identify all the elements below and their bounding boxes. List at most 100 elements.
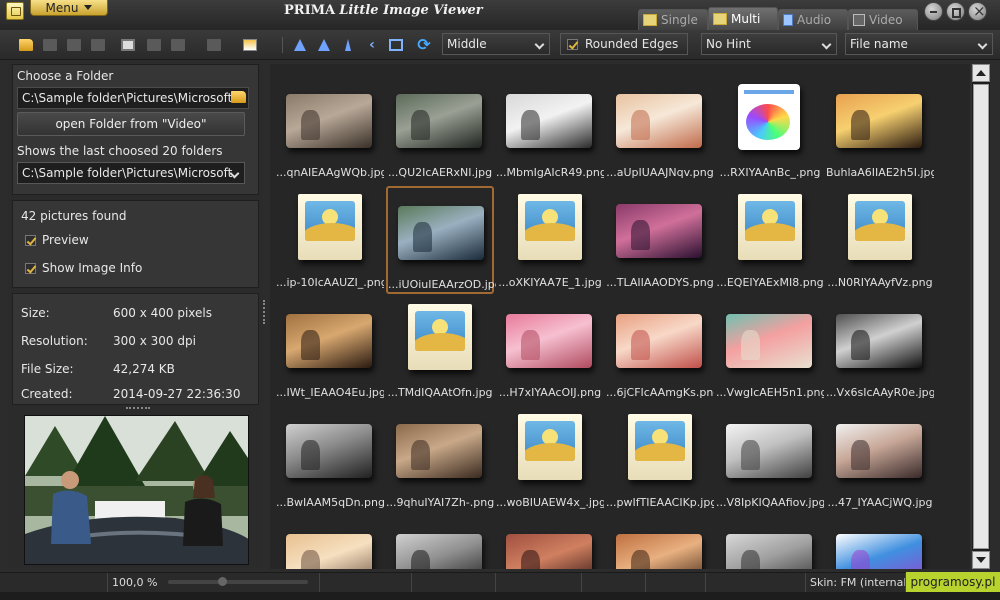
tab-audio[interactable]: Audio	[778, 9, 848, 30]
print-button[interactable]	[118, 35, 138, 55]
thumbnail-item[interactable]: ...VwgIcAEH5n1.png	[716, 296, 824, 404]
info-resolution-label: Resolution:	[21, 334, 88, 348]
rounded-edges-checkbox[interactable]: Rounded Edges	[560, 33, 688, 55]
title-bar: Menu PRIMA Little Image Viewer Single Mu…	[0, 0, 1000, 30]
pictures-found-label: 42 pictures found	[21, 209, 127, 223]
thumbnail-item[interactable]: ...ip-10IcAAUZI_.png	[276, 186, 384, 294]
site-brand-label: programosy.pl	[910, 575, 996, 589]
placeholder-sand	[415, 333, 465, 351]
scroll-up-button[interactable]	[972, 64, 990, 82]
placeholder-sky	[745, 201, 795, 241]
maximize-button[interactable]	[946, 2, 965, 21]
tab-single[interactable]: Single	[638, 9, 708, 30]
thumbnail-item[interactable]	[826, 516, 934, 569]
thumbnail-item[interactable]: ...qnAIEAAgWQb.jpg	[276, 76, 384, 184]
close-button[interactable]	[968, 2, 987, 21]
tab-multi[interactable]: Multi	[708, 7, 778, 30]
folder-path-input[interactable]: C:\Sample folder\Pictures\Microsoft	[17, 87, 249, 109]
align-middle-button[interactable]	[314, 35, 334, 55]
placeholder-sky	[635, 421, 685, 461]
thumbnail-item[interactable]: ...iUOiuIEAArzOD.jpg	[386, 186, 496, 294]
preview-checkbox[interactable]: Preview	[25, 233, 89, 247]
thumbnail-item[interactable]: ...woBIUAEW4x_.jpg	[496, 406, 604, 514]
refresh-button[interactable]: ⟳	[414, 35, 434, 55]
thumbnail-item[interactable]: ...Vx6sIcAAyR0e.jpg	[826, 296, 934, 404]
pictures-section: 42 pictures found Preview Show Image Inf…	[12, 200, 259, 288]
thumbnail-item[interactable]	[496, 516, 604, 569]
zoom-slider[interactable]	[168, 577, 308, 586]
thumbnail-item[interactable]	[276, 516, 384, 569]
thumbnail-item[interactable]: ...H7xIYAAcOIJ.png	[496, 296, 604, 404]
thumbnail-filename: BuhlaA6IIAE2h5I.jpg	[826, 166, 934, 179]
previous-button[interactable]: ‹	[362, 35, 382, 55]
preview-splitter-handle[interactable]	[126, 407, 150, 411]
align-bottom-button[interactable]	[338, 35, 358, 55]
thumbnail-item[interactable]: ...47_IYAACjWQ.jpg	[826, 406, 934, 514]
screenshot-button[interactable]	[240, 35, 260, 55]
thumbnail-subject	[741, 440, 761, 470]
thumbnail-item[interactable]	[386, 516, 494, 569]
thumbnail-item[interactable]: ...pwIfTIEAACIKp.jpg	[606, 406, 714, 514]
minimize-button[interactable]	[924, 2, 943, 21]
app-icon[interactable]	[6, 2, 24, 20]
edit-button[interactable]	[88, 35, 108, 55]
thumbnail-item[interactable]: ...TMdIQAAtOfn.jpg	[386, 296, 494, 404]
folder-browse-icon[interactable]	[231, 91, 246, 103]
thumbnail-item[interactable]: BuhlaA6IIAE2h5I.jpg	[826, 76, 934, 184]
copy-file-button[interactable]	[40, 35, 60, 55]
thumbnail-item[interactable]: ...TLAIIAAODYS.png	[606, 186, 714, 294]
info-filesize-label: File Size:	[21, 362, 74, 376]
thumbnail-item[interactable]	[606, 516, 714, 569]
thumbnail-item[interactable]: ...RXIYAAnBc_.png	[716, 76, 824, 184]
fit-button[interactable]	[386, 35, 406, 55]
thumbnail-item[interactable]: ...IWt_IEAAO4Eu.jpg	[276, 296, 384, 404]
show-image-info-checkbox[interactable]: Show Image Info	[25, 261, 142, 275]
thumbnail-item[interactable]: ...oXKIYAA7E_1.jpg	[496, 186, 604, 294]
thumbnail-filename: ...RXIYAAnBc_.png	[719, 166, 821, 179]
thumbnail-item[interactable]: ...QU2IcAERxNI.jpg	[386, 76, 494, 184]
preview-checkbox-label: Preview	[42, 233, 89, 247]
thumbnail-subject	[413, 222, 433, 252]
duplicate-button[interactable]	[144, 35, 164, 55]
zoom-cell: 100,0 %	[108, 573, 320, 593]
align-top-button[interactable]	[290, 35, 310, 55]
thumbnail-image	[836, 424, 922, 478]
scroll-thumb[interactable]	[973, 84, 989, 549]
thumbnail-item[interactable]: ...N0RIYAAyfVz.png	[826, 186, 934, 294]
tab-video[interactable]: Video	[848, 9, 918, 30]
open-folder-button[interactable]	[16, 35, 36, 55]
align-select[interactable]: Middle	[442, 33, 550, 55]
thumbnail-item[interactable]: ...9qhuIYAI7Zh-.png	[386, 406, 494, 514]
thumbnail-subject	[301, 330, 321, 360]
thumbnail-filename: ...Vx6sIcAAyR0e.jpg	[826, 386, 934, 399]
thumbnail-item[interactable]: ...BwIAAM5qDn.png	[276, 406, 384, 514]
vertical-scrollbar[interactable]	[971, 64, 990, 569]
tab-audio-label: Audio	[797, 13, 832, 27]
thumbnail-item[interactable]: ...EQEIYAExMI8.png	[716, 186, 824, 294]
toolbar-separator	[282, 37, 283, 53]
thumbnail-subject	[631, 330, 651, 360]
status-cell	[320, 573, 412, 593]
thumbnail-item[interactable]: ...6jCFIcAAmgKs.png	[606, 296, 714, 404]
scroll-down-button[interactable]	[972, 551, 990, 569]
thumbnail-filename: ...9qhuIYAI7Zh-.png	[386, 496, 494, 509]
thumbnail-filename: ...6jCFIcAAmgKs.png	[606, 386, 714, 399]
align-middle-icon	[318, 39, 330, 51]
save-button[interactable]	[64, 35, 84, 55]
recent-folders-select[interactable]: C:\Sample folder\Pictures\Microsoft	[17, 162, 245, 184]
open-folder-from-video-button[interactable]: open Folder from "Video"	[17, 112, 245, 136]
panel-splitter-handle[interactable]	[263, 300, 266, 324]
multi-image-icon	[713, 13, 727, 25]
thumbnail-item[interactable]: ...V8IpKIQAAfiov.jpg	[716, 406, 824, 514]
sort-select[interactable]: File name	[845, 33, 993, 55]
menu-button[interactable]: Menu	[30, 0, 108, 16]
checkbox-icon	[25, 234, 36, 246]
hint-select[interactable]: No Hint	[701, 33, 837, 55]
audio-file-icon	[783, 14, 793, 26]
info-button[interactable]	[204, 35, 224, 55]
thumbnail-item[interactable]	[716, 516, 824, 569]
thumbnail-item[interactable]: ...MbmIgAIcR49.png	[496, 76, 604, 184]
delete-button[interactable]	[168, 35, 188, 55]
thumbnail-item[interactable]: ...aUpIUAAJNqv.png	[606, 76, 714, 184]
zoom-slider-handle[interactable]	[218, 577, 227, 586]
